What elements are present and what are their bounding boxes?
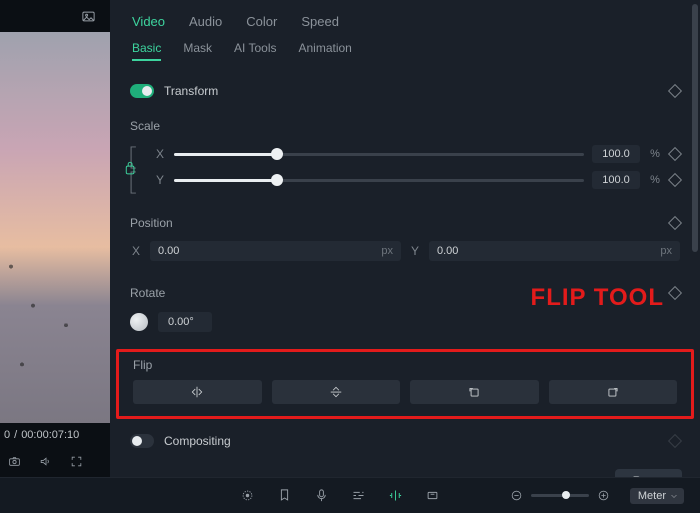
flip-horizontal-button[interactable] (133, 380, 262, 404)
compositing-toggle[interactable] (130, 434, 154, 448)
scale-y-value[interactable]: 100.0 (592, 171, 640, 189)
keyframe-icon[interactable] (668, 147, 682, 161)
scale-y-axis: Y (154, 173, 166, 187)
subtab-ai-tools[interactable]: AI Tools (234, 41, 276, 61)
volume-icon[interactable] (39, 455, 52, 468)
scale-x-value[interactable]: 100.0 (592, 145, 640, 163)
subtab-basic[interactable]: Basic (132, 41, 161, 61)
timeline-toolbar: Meter (0, 477, 700, 513)
mic-icon[interactable] (314, 488, 329, 503)
meter-dropdown[interactable]: Meter (630, 488, 684, 504)
tab-audio[interactable]: Audio (189, 8, 222, 35)
rotate-cw-button[interactable] (549, 380, 678, 404)
scrollbar[interactable] (692, 4, 698, 417)
reset-button[interactable]: Reset (615, 469, 682, 477)
zoom-in-icon[interactable] (597, 489, 610, 502)
tab-video[interactable]: Video (132, 8, 165, 35)
scale-y-slider[interactable] (174, 179, 584, 182)
zoom-control[interactable] (510, 489, 610, 502)
zoom-out-icon[interactable] (510, 489, 523, 502)
keyframe-icon[interactable] (668, 286, 682, 300)
enhance-icon[interactable] (388, 488, 403, 503)
flip-highlight-box: Flip (116, 349, 694, 419)
scale-x-axis: X (154, 147, 166, 161)
keyframe-icon[interactable] (668, 434, 682, 448)
tab-speed[interactable]: Speed (301, 8, 339, 35)
rotate-label: Rotate (130, 286, 165, 300)
position-label: Position (130, 216, 173, 230)
subtab-mask[interactable]: Mask (183, 41, 212, 61)
transform-toggle[interactable] (130, 84, 154, 98)
chevron-down-icon (668, 490, 680, 502)
lock-aspect-icon[interactable] (124, 145, 142, 195)
keyframe-icon[interactable] (668, 173, 682, 187)
flip-vertical-button[interactable] (272, 380, 401, 404)
flip-label: Flip (133, 358, 677, 372)
video-preview[interactable] (0, 32, 110, 423)
record-icon[interactable] (240, 488, 255, 503)
rotate-dial[interactable] (130, 313, 148, 331)
crop-icon[interactable] (425, 488, 440, 503)
rotate-ccw-button[interactable] (410, 380, 539, 404)
scale-x-slider[interactable] (174, 153, 584, 156)
position-y-input[interactable]: 0.00px (429, 241, 680, 261)
adjust-icon[interactable] (351, 488, 366, 503)
rotate-value[interactable]: 0.00° (158, 312, 212, 332)
playhead-time: 0 / 00:00:07:10 (4, 429, 106, 441)
marker-icon[interactable] (277, 488, 292, 503)
snapshot-icon[interactable] (8, 455, 21, 468)
position-x-input[interactable]: 0.00px (150, 241, 401, 261)
keyframe-icon[interactable] (668, 84, 682, 98)
inspector-panel: Video Audio Color Speed Basic Mask AI To… (110, 0, 700, 477)
image-inspector-icon[interactable] (81, 9, 96, 24)
compositing-label: Compositing (164, 434, 231, 448)
keyframe-icon[interactable] (668, 216, 682, 230)
annotation-flip-tool: FLIP TOOL (531, 284, 664, 312)
subtab-animation[interactable]: Animation (298, 41, 351, 61)
transform-label: Transform (164, 84, 218, 98)
scale-label: Scale (130, 119, 680, 133)
tab-color[interactable]: Color (246, 8, 277, 35)
fullscreen-icon[interactable] (70, 455, 83, 468)
